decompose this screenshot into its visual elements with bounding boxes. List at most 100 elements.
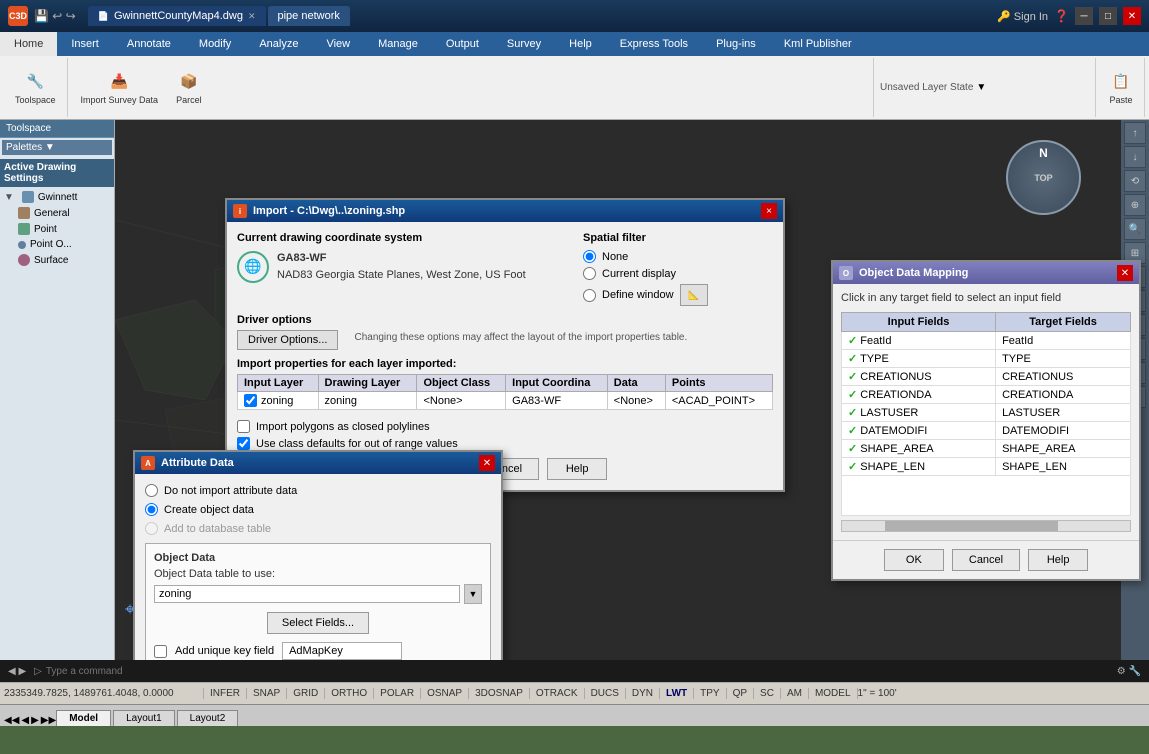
layout-tab-layout1[interactable]: Layout1 (113, 710, 175, 726)
import-survey-btn[interactable]: 📥 Import Survey Data (74, 67, 166, 109)
status-infer[interactable]: INFER (204, 688, 247, 699)
tab-home[interactable]: Home (0, 32, 57, 56)
tab-pipe[interactable]: pipe network (268, 6, 350, 26)
tab-kml-publisher[interactable]: Kml Publisher (770, 32, 866, 56)
layout-next-one[interactable]: ▶ (31, 715, 39, 726)
tab-annotate[interactable]: Annotate (113, 32, 185, 56)
paste-btn[interactable]: 📋 Paste (1102, 67, 1140, 109)
status-otrack[interactable]: OTRACK (530, 688, 585, 699)
odm-cell-target[interactable]: CREATIONUS (996, 368, 1131, 386)
odm-cell-target[interactable]: CREATIONDA (996, 386, 1131, 404)
command-nav[interactable]: ◀ ▶ (8, 666, 26, 677)
define-window-button[interactable]: 📐 (680, 284, 708, 306)
status-grid[interactable]: GRID (287, 688, 325, 699)
odm-help-button[interactable]: Help (1028, 549, 1088, 571)
select-fields-button[interactable]: Select Fields... (267, 612, 369, 634)
odm-cell-input[interactable]: ✓ CREATIONUS (842, 368, 996, 386)
import-help-button[interactable]: Help (547, 458, 607, 480)
odm-cell-target[interactable]: SHAPE_AREA (996, 440, 1131, 458)
odm-row[interactable]: ✓ SHAPE_LEN SHAPE_LEN (842, 458, 1131, 476)
status-polar[interactable]: POLAR (374, 688, 421, 699)
sign-in-link[interactable]: 🔑 Sign In (997, 10, 1048, 23)
status-dyn[interactable]: DYN (626, 688, 660, 699)
status-sc[interactable]: SC (754, 688, 781, 699)
odm-scrollbar[interactable] (841, 520, 1131, 532)
tab-express-tools[interactable]: Express Tools (606, 32, 702, 56)
close-button[interactable]: ✕ (1123, 7, 1141, 25)
parcel-btn[interactable]: 📦 Parcel (169, 67, 209, 109)
command-icons[interactable]: ⚙ 🔧 (1117, 666, 1141, 677)
status-am[interactable]: AM (781, 688, 809, 699)
maximize-button[interactable]: □ (1099, 7, 1117, 25)
import-dialog-close-button[interactable]: × (761, 203, 777, 219)
table-dropdown-arrow[interactable]: ▼ (464, 584, 482, 604)
odm-row[interactable]: ✓ TYPE TYPE (842, 350, 1131, 368)
table-row[interactable]: zoning zoning <None> GA83-WF <None> <ACA… (238, 392, 773, 410)
odm-row[interactable]: ✓ FeatId FeatId (842, 332, 1131, 350)
status-model[interactable]: MODEL (809, 688, 858, 699)
ts-surface[interactable]: Surface (2, 252, 112, 268)
add-key-checkbox[interactable] (154, 645, 167, 658)
ts-gwinnett[interactable]: ▼ Gwinnett (2, 189, 112, 205)
status-ortho[interactable]: ORTHO (325, 688, 374, 699)
row-checkbox[interactable] (244, 394, 257, 407)
odm-cell-input[interactable]: ✓ FeatId (842, 332, 996, 350)
layout-tab-model[interactable]: Model (56, 710, 111, 726)
odm-cell-target[interactable]: LASTUSER (996, 404, 1131, 422)
status-qp[interactable]: QP (727, 688, 754, 699)
layout-tab-layout2[interactable]: Layout2 (177, 710, 239, 726)
minimize-button[interactable]: ─ (1075, 7, 1093, 25)
check-defaults-row[interactable]: Use class defaults for out of range valu… (237, 437, 773, 450)
odm-cell-input[interactable]: ✓ SHAPE_AREA (842, 440, 996, 458)
attr-no-import-radio[interactable] (145, 484, 158, 497)
odm-row[interactable]: ✓ DATEMODIFI DATEMODIFI (842, 422, 1131, 440)
odm-row[interactable]: ✓ CREATIONUS CREATIONUS (842, 368, 1131, 386)
odm-cell-input[interactable]: ✓ SHAPE_LEN (842, 458, 996, 476)
spatial-none-row[interactable]: None (583, 250, 773, 263)
tab-help[interactable]: Help (555, 32, 606, 56)
odm-cell-target[interactable]: FeatId (996, 332, 1131, 350)
layout-prev-one[interactable]: ◀ (21, 715, 29, 726)
rt-btn-5[interactable]: 🔍 (1124, 218, 1146, 240)
quick-access[interactable]: 💾 ↩ ↪ (34, 9, 76, 23)
status-3dosnap[interactable]: 3DOSNAP (469, 688, 530, 699)
checkbox-cell[interactable]: zoning (244, 394, 312, 407)
check-defaults[interactable] (237, 437, 250, 450)
attr-add-db-row[interactable]: Add to database table (145, 522, 491, 535)
status-tpy[interactable]: TPY (694, 688, 726, 699)
tab-gwinnett-close[interactable]: ✕ (248, 11, 256, 22)
spatial-define-radio[interactable] (583, 289, 596, 302)
attr-create-row[interactable]: Create object data (145, 503, 491, 516)
odm-cell-input[interactable]: ✓ CREATIONDA (842, 386, 996, 404)
tab-survey[interactable]: Survey (493, 32, 555, 56)
attr-create-radio[interactable] (145, 503, 158, 516)
odm-cell-input[interactable]: ✓ DATEMODIFI (842, 422, 996, 440)
tab-output[interactable]: Output (432, 32, 493, 56)
status-lwt[interactable]: LWT (660, 688, 694, 699)
odm-cell-input[interactable]: ✓ TYPE (842, 350, 996, 368)
odm-dialog-close-button[interactable]: ✕ (1117, 265, 1133, 281)
status-snap[interactable]: SNAP (247, 688, 287, 699)
tab-insert[interactable]: Insert (57, 32, 113, 56)
driver-options-button[interactable]: Driver Options... (237, 330, 338, 350)
table-dropdown-input[interactable] (154, 585, 460, 603)
layout-prev[interactable]: ◀◀ (4, 715, 19, 726)
command-input[interactable] (46, 666, 1117, 677)
odm-row[interactable]: ✓ CREATIONDA CREATIONDA (842, 386, 1131, 404)
rt-btn-4[interactable]: ⊕ (1124, 194, 1146, 216)
spatial-none-radio[interactable] (583, 250, 596, 263)
status-osnap[interactable]: OSNAP (421, 688, 469, 699)
tab-plug-ins[interactable]: Plug-ins (702, 32, 770, 56)
tab-modify[interactable]: Modify (185, 32, 245, 56)
rt-btn-2[interactable]: ↓ (1124, 146, 1146, 168)
layout-next[interactable]: ▶▶ (41, 715, 56, 726)
odm-row[interactable]: ✓ SHAPE_AREA SHAPE_AREA (842, 440, 1131, 458)
tab-gwinnett[interactable]: 📄 GwinnettCountyMap4.dwg ✕ (88, 6, 266, 26)
attr-no-import-row[interactable]: Do not import attribute data (145, 484, 491, 497)
odm-ok-button[interactable]: OK (884, 549, 944, 571)
odm-cell-target[interactable]: DATEMODIFI (996, 422, 1131, 440)
odm-cell-input[interactable]: ✓ LASTUSER (842, 404, 996, 422)
status-ducs[interactable]: DUCS (585, 688, 626, 699)
ts-point[interactable]: Point (2, 221, 112, 237)
rt-btn-3[interactable]: ⟲ (1124, 170, 1146, 192)
